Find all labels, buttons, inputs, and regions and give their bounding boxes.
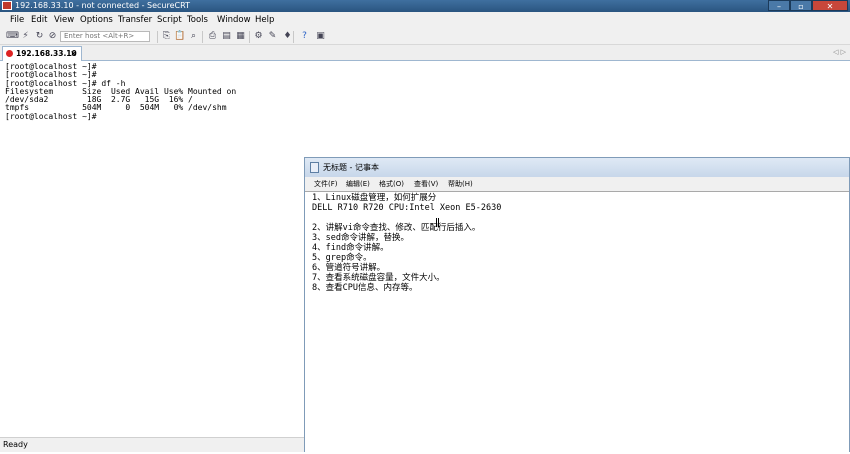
notepad-line: 5、grep命令。: [312, 253, 372, 263]
connect-icon[interactable]: ⌨: [6, 31, 19, 42]
key-icon[interactable]: ♦: [282, 31, 293, 42]
window-controls: – ▫ ✕: [768, 0, 848, 11]
maximize-button[interactable]: ▫: [790, 0, 812, 11]
quick-connect-icon[interactable]: ⚡: [20, 31, 31, 42]
notepad-menu-edit[interactable]: 编辑(E): [346, 177, 370, 191]
find-icon[interactable]: ⌕: [188, 31, 199, 42]
notepad-line: 3、sed命令讲解，替换。: [312, 233, 409, 243]
notepad-line: 8、查看CPU信息、内存等。: [312, 283, 418, 293]
notepad-text-area[interactable]: 1、Linux磁盘管理，如何扩展分 DELL R710 R720 CPU:Int…: [305, 191, 849, 454]
close-button[interactable]: ✕: [812, 0, 848, 11]
window-title: 192.168.33.10 - not connected - SecureCR…: [15, 1, 190, 10]
toolbar: ⌨ ⚡ ↻ ⊘ ⎘ 📋 ⌕ ⎙ ▤ ▦ ⚙ ✎ ♦ ? ▣: [0, 29, 850, 45]
menu-view[interactable]: View: [54, 12, 74, 29]
status-text: Ready: [3, 440, 28, 449]
disconnected-status-icon: [6, 50, 13, 57]
notepad-line: 1、Linux磁盘管理，如何扩展分: [312, 193, 437, 203]
menu-file[interactable]: File: [10, 12, 24, 29]
notepad-line: DELL R710 R720 CPU:Intel Xeon E5-2630: [312, 203, 502, 213]
disconnect-icon[interactable]: ⊘: [47, 31, 58, 42]
menu-edit[interactable]: Edit: [31, 12, 47, 29]
menu-window[interactable]: Window: [217, 12, 251, 29]
notepad-line: 4、find命令讲解。: [312, 243, 389, 253]
session-icon[interactable]: ▣: [315, 31, 326, 42]
terminal-line: [root@localhost ~]#: [5, 111, 97, 121]
tab-bar: 192.168.33.10 × ◁ ▷: [0, 45, 850, 61]
paste-icon[interactable]: 📋: [174, 31, 185, 42]
menu-tools[interactable]: Tools: [187, 12, 208, 29]
toolbar-separator: [157, 31, 158, 43]
help-icon[interactable]: ?: [299, 31, 310, 42]
tab-close-icon[interactable]: ×: [70, 47, 77, 61]
menu-script[interactable]: Script: [157, 12, 182, 29]
notepad-title-bar[interactable]: 无标题 - 记事本: [305, 158, 849, 177]
notepad-menu-file[interactable]: 文件(F): [314, 177, 338, 191]
session-tab[interactable]: 192.168.33.10 ×: [2, 46, 82, 61]
settings-icon[interactable]: ⚙: [253, 31, 264, 42]
notepad-window: 无标题 - 记事本 文件(F) 编辑(E) 格式(O) 查看(V) 帮助(H) …: [304, 157, 850, 454]
text-cursor-icon: [436, 218, 439, 227]
notepad-menu-bar: 文件(F) 编辑(E) 格式(O) 查看(V) 帮助(H): [305, 177, 849, 191]
terminal-output: [root@localhost ~]# [root@localhost ~]# [r…: [5, 62, 236, 121]
print-screen-icon[interactable]: ▤: [221, 31, 232, 42]
toolbar-separator: [249, 31, 250, 43]
notepad-icon: [310, 162, 319, 173]
print-icon[interactable]: ⎙: [207, 31, 218, 42]
notepad-menu-help[interactable]: 帮助(H): [448, 177, 473, 191]
reconnect-icon[interactable]: ↻: [34, 31, 45, 42]
minimize-button[interactable]: –: [768, 0, 790, 11]
status-bar: Ready: [0, 437, 304, 452]
notepad-line: 7、查看系统磁盘容量，文件大小。: [312, 273, 445, 283]
notepad-title: 无标题 - 记事本: [323, 163, 379, 172]
log-icon[interactable]: ▦: [235, 31, 246, 42]
menu-transfer[interactable]: Transfer: [118, 12, 152, 29]
securecrt-app-icon: [2, 1, 12, 10]
menu-bar: File Edit View Options Transfer Script T…: [0, 12, 850, 29]
tab-scroll-arrows-icon[interactable]: ◁ ▷: [833, 45, 846, 60]
notepad-line: 6、管道符号讲解。: [312, 263, 386, 273]
title-bar: 192.168.33.10 - not connected - SecureCR…: [0, 0, 850, 12]
menu-options[interactable]: Options: [80, 12, 113, 29]
keymap-icon[interactable]: ✎: [267, 31, 278, 42]
session-tab-label: 192.168.33.10: [16, 49, 77, 58]
menu-help[interactable]: Help: [255, 12, 274, 29]
copy-icon[interactable]: ⎘: [161, 31, 172, 42]
toolbar-separator: [202, 31, 203, 43]
toolbar-separator: [293, 31, 294, 43]
host-input[interactable]: [60, 31, 150, 42]
notepad-line: 2、讲解vi命令查找、修改、匹配行后插入。: [312, 223, 481, 233]
notepad-menu-view[interactable]: 查看(V): [414, 177, 438, 191]
notepad-menu-format[interactable]: 格式(O): [379, 177, 404, 191]
